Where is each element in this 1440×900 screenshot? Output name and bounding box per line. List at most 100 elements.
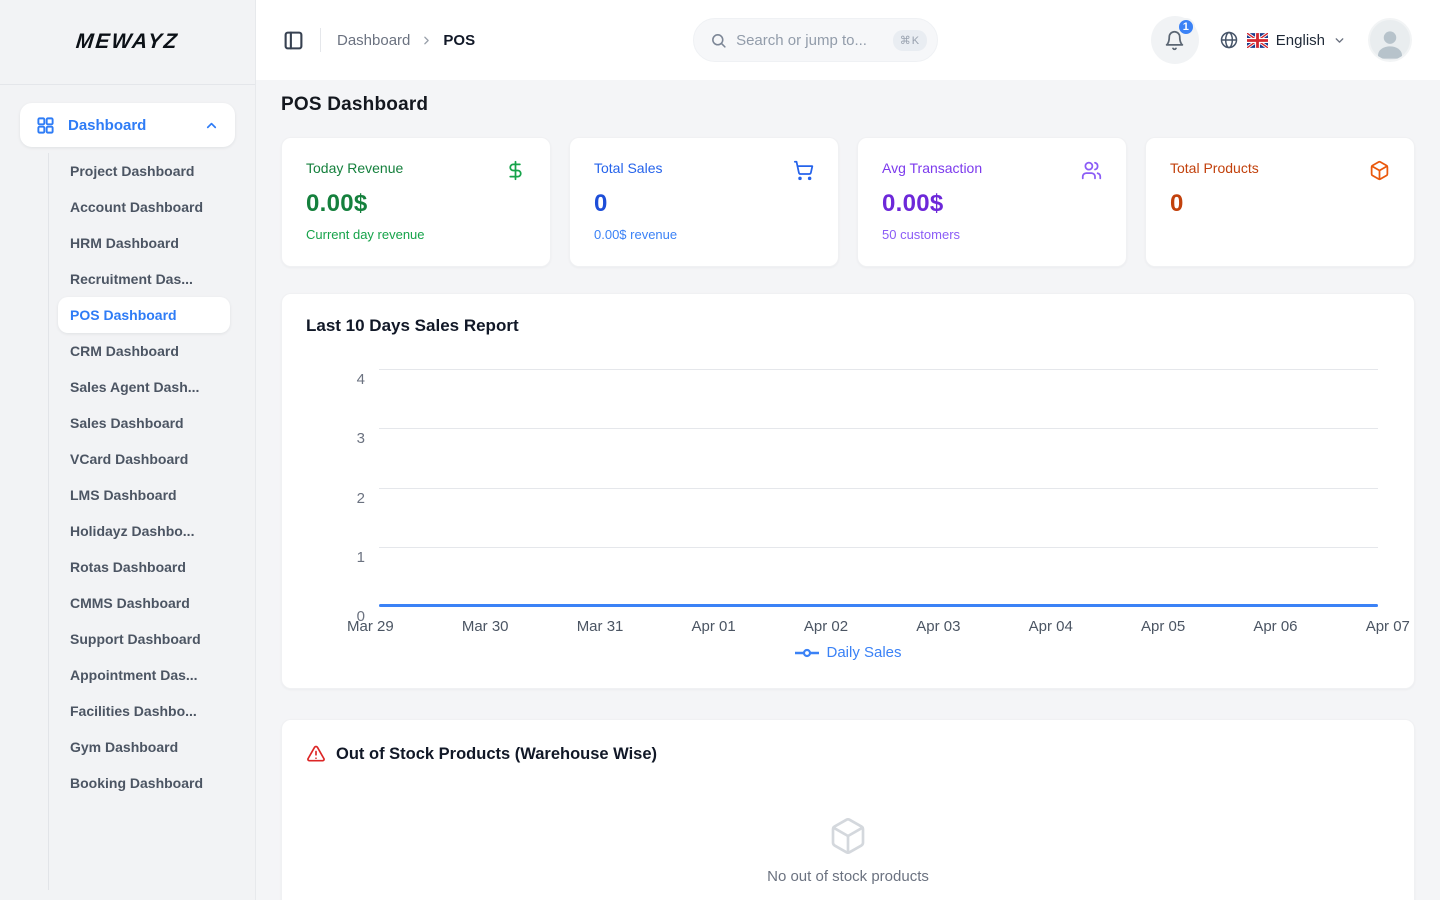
stat-card-total-products: Total Products 0 <box>1145 137 1415 267</box>
language-selector[interactable]: English <box>1219 30 1346 50</box>
y-axis-tick-label: 4 <box>357 372 365 388</box>
x-axis-tick-label: Apr 05 <box>1141 618 1185 635</box>
sidebar-item-project-dashboard[interactable]: Project Dashboard <box>58 153 230 189</box>
empty-state-message: No out of stock products <box>767 868 929 885</box>
sidebar-item-hrm-dashboard[interactable]: HRM Dashboard <box>58 225 230 261</box>
topbar-right: 1 English <box>1151 16 1412 64</box>
package-icon <box>828 816 868 856</box>
x-axis-tick-label: Mar 29 <box>347 618 394 635</box>
stat-card-avg-transaction: Avg Transaction 0.00$ 50 customers <box>857 137 1127 267</box>
search-shortcut-badge: ⌘K <box>893 30 927 51</box>
sidebar-item-sales-agent-dash[interactable]: Sales Agent Dash... <box>58 369 230 405</box>
sidebar-item-holidayz-dashbo[interactable]: Holidayz Dashbo... <box>58 513 230 549</box>
sidebar-item-facilities-dashbo[interactable]: Facilities Dashbo... <box>58 693 230 729</box>
sidebar-item-cmms-dashboard[interactable]: CMMS Dashboard <box>58 585 230 621</box>
logo-wrap: MEWAYZ <box>0 0 255 85</box>
breadcrumb-current: POS <box>443 32 475 49</box>
notifications-button[interactable]: 1 <box>1151 16 1199 64</box>
chevron-up-icon <box>204 118 219 133</box>
gridline <box>379 428 1378 429</box>
stat-label: Avg Transaction <box>882 160 982 176</box>
uk-flag-icon <box>1247 33 1268 48</box>
out-of-stock-card: Out of Stock Products (Warehouse Wise) N… <box>281 719 1415 900</box>
main-area: Dashboard POS ⌘K <box>256 0 1440 900</box>
x-axis-tick-label: Apr 01 <box>692 618 736 635</box>
topbar-divider <box>320 28 321 52</box>
grid-icon <box>36 116 55 135</box>
sidebar-item-appointment-das[interactable]: Appointment Das... <box>58 657 230 693</box>
sidebar-item-account-dashboard[interactable]: Account Dashboard <box>58 189 230 225</box>
avatar[interactable] <box>1368 18 1412 62</box>
sidebar-item-gym-dashboard[interactable]: Gym Dashboard <box>58 729 230 765</box>
x-axis-tick-label: Apr 04 <box>1029 618 1073 635</box>
sidebar-item-sales-dashboard[interactable]: Sales Dashboard <box>58 405 230 441</box>
sales-report-card: Last 10 Days Sales Report 43210 Mar 29Ma… <box>281 293 1415 689</box>
x-axis-tick-label: Apr 06 <box>1253 618 1297 635</box>
sidebar-item-vcard-dashboard[interactable]: VCard Dashboard <box>58 441 230 477</box>
empty-state: No out of stock products <box>306 816 1390 885</box>
stat-value: 0 <box>594 190 814 218</box>
notification-badge: 1 <box>1177 18 1195 36</box>
sidebar-item-recruitment-das[interactable]: Recruitment Das... <box>58 261 230 297</box>
sidebar-item-lms-dashboard[interactable]: LMS Dashboard <box>58 477 230 513</box>
content: POS Dashboard Today Revenue 0.00$ Curren… <box>256 80 1440 900</box>
stats-row: Today Revenue 0.00$ Current day revenue … <box>281 137 1415 267</box>
chart-legend[interactable]: Daily Sales <box>306 644 1390 661</box>
dollar-icon <box>505 160 526 181</box>
topbar: Dashboard POS ⌘K <box>256 0 1440 80</box>
search-box[interactable]: ⌘K <box>693 18 938 62</box>
sidebar-submenu: Project DashboardAccount DashboardHRM Da… <box>0 153 255 900</box>
sidebar-item-support-dashboard[interactable]: Support Dashboard <box>58 621 230 657</box>
users-icon <box>1081 160 1102 181</box>
stat-sub: 50 customers <box>882 227 1102 242</box>
chart-x-axis-labels: Mar 29Mar 30Mar 31Apr 01Apr 02Apr 03Apr … <box>347 618 1410 635</box>
brand-logo: MEWAYZ <box>75 30 180 54</box>
x-axis-tick-label: Apr 07 <box>1366 618 1410 635</box>
gridline <box>379 369 1378 370</box>
sidebar-item-rotas-dashboard[interactable]: Rotas Dashboard <box>58 549 230 585</box>
sidebar-item-pos-dashboard[interactable]: POS Dashboard <box>58 297 230 333</box>
panel-left-icon <box>283 30 304 51</box>
language-label: English <box>1276 32 1325 49</box>
daily-sales-line <box>379 604 1378 607</box>
y-axis-tick-label: 1 <box>357 550 365 566</box>
sidebar-item-booking-dashboard[interactable]: Booking Dashboard <box>58 765 230 801</box>
stat-card-today-revenue: Today Revenue 0.00$ Current day revenue <box>281 137 551 267</box>
chevron-down-icon <box>1333 34 1346 47</box>
stat-sub: 0.00$ revenue <box>594 227 814 242</box>
globe-icon <box>1219 30 1239 50</box>
x-axis-tick-label: Apr 03 <box>916 618 960 635</box>
stat-label: Total Sales <box>594 160 662 176</box>
legend-line-marker-icon <box>794 648 820 658</box>
sidebar-item-crm-dashboard[interactable]: CRM Dashboard <box>58 333 230 369</box>
out-of-stock-title: Out of Stock Products (Warehouse Wise) <box>336 745 657 764</box>
stat-sub: Current day revenue <box>306 227 526 242</box>
stat-card-total-sales: Total Sales 0 0.00$ revenue <box>569 137 839 267</box>
gridline <box>379 547 1378 548</box>
y-axis-tick-label: 3 <box>357 431 365 447</box>
stat-value: 0.00$ <box>306 190 526 218</box>
legend-label: Daily Sales <box>826 644 901 661</box>
page-title: POS Dashboard <box>281 94 1415 116</box>
sidebar-section-dashboard[interactable]: Dashboard <box>20 103 235 147</box>
x-axis-tick-label: Mar 30 <box>462 618 509 635</box>
alert-triangle-icon <box>306 744 326 764</box>
y-axis-tick-label: 0 <box>357 609 365 625</box>
sales-chart-plot: 43210 <box>379 369 1378 606</box>
chevron-right-icon <box>420 34 433 47</box>
x-axis-tick-label: Apr 02 <box>804 618 848 635</box>
breadcrumb: Dashboard POS <box>337 32 475 49</box>
stat-label: Total Products <box>1170 160 1259 176</box>
sidebar: MEWAYZ Dashboard Project DashboardAccoun… <box>0 0 256 900</box>
search-icon <box>710 32 727 49</box>
breadcrumb-root[interactable]: Dashboard <box>337 32 410 49</box>
search-input[interactable] <box>736 32 884 49</box>
y-axis-tick-label: 2 <box>357 491 365 507</box>
chart-title: Last 10 Days Sales Report <box>306 316 1390 336</box>
package-icon <box>1369 160 1390 181</box>
sidebar-toggle-button[interactable] <box>283 30 304 51</box>
sidebar-section-label: Dashboard <box>68 117 191 134</box>
stat-value: 0.00$ <box>882 190 1102 218</box>
stat-value: 0 <box>1170 190 1390 218</box>
cart-icon <box>793 160 814 181</box>
